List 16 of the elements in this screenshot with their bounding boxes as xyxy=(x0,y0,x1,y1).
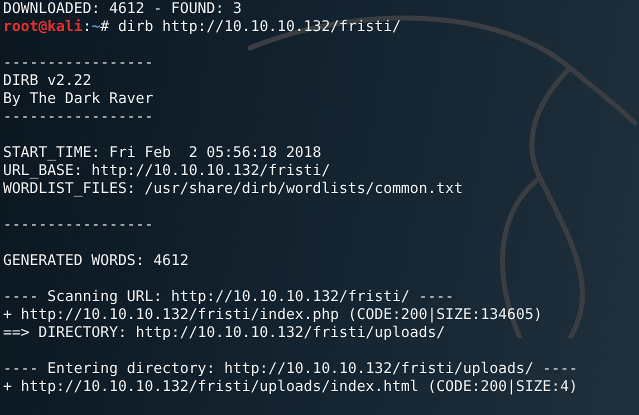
output-line: ----------------- xyxy=(3,54,154,72)
output-line: GENERATED WORDS: 4612 xyxy=(3,252,190,270)
prompt-line: root@kali:~# dirb http://10.10.10.132/fristi/ xyxy=(3,18,402,36)
output-line: ---- Entering directory: http://10.10.10.132/fristi/uploads/ ---- xyxy=(3,360,579,378)
output-line: ----------------- xyxy=(3,216,154,234)
output-line: URL_BASE: http://10.10.10.132/fristi/ xyxy=(3,162,332,180)
output-line: DOWNLOADED: 4612 - FOUND: 3 xyxy=(3,0,243,18)
output-line: + http://10.10.10.132/fristi/index.php (CODE:200|SIZE:134605) xyxy=(3,306,544,324)
output-line: ---- Scanning URL: http://10.10.10.132/fristi/ ---- xyxy=(3,288,455,306)
output-line: ==> DIRECTORY: http://10.10.10.132/fristi/uploads/ xyxy=(3,324,446,342)
output-line: START_TIME: Fri Feb 2 05:56:18 2018 xyxy=(3,144,322,162)
output-line: ----------------- xyxy=(3,108,154,126)
output-line: WORDLIST_FILES: /usr/share/dirb/wordlists/common.txt xyxy=(3,180,464,198)
output-line: By The Dark Raver xyxy=(3,90,154,108)
output-line: + http://10.10.10.132/fristi/uploads/index.html (CODE:200|SIZE:4) xyxy=(3,378,579,396)
output-line: DIRB v2.22 xyxy=(3,72,92,90)
